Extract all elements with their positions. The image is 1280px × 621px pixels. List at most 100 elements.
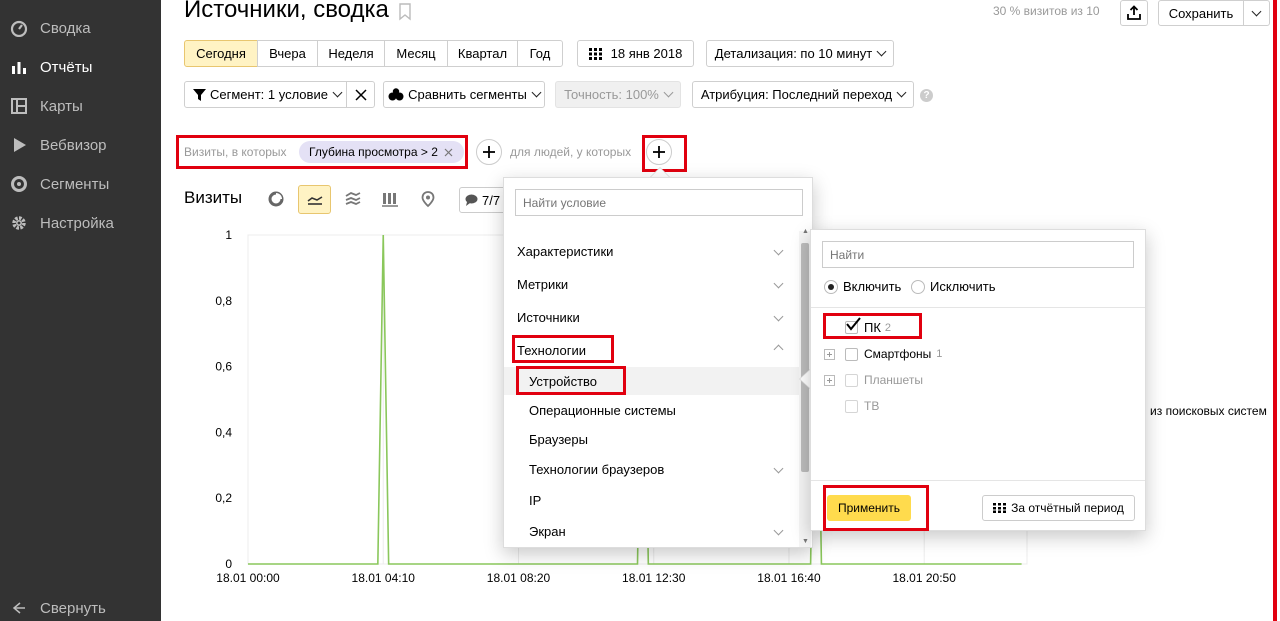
exclude-radio[interactable]: Исключить <box>911 279 996 294</box>
bar-chart-icon <box>10 58 28 76</box>
apply-button[interactable]: Применить <box>827 495 911 521</box>
compare-segments-button[interactable]: Сравнить сегменты <box>383 81 545 108</box>
arrow-left-icon <box>12 601 26 615</box>
bookmark-icon[interactable] <box>398 3 412 24</box>
value-option-tv[interactable]: ТВ <box>845 399 879 413</box>
value-option-smartphones[interactable]: Смартфоны 1 <box>824 347 942 361</box>
period-year[interactable]: Год <box>517 40 563 67</box>
scrollbar-thumb[interactable] <box>801 243 809 472</box>
bar-chart-type-icon[interactable] <box>382 191 398 210</box>
dashboard-icon <box>10 19 28 37</box>
condition-group-label: Технологии <box>517 342 587 358</box>
condition-item-browsers[interactable]: Браузеры <box>504 424 800 454</box>
upload-icon <box>1127 5 1141 20</box>
accuracy-dropdown[interactable]: Точность: 100% <box>555 81 681 108</box>
segment-dropdown[interactable]: Сегмент: 1 условие <box>184 81 347 108</box>
chevron-up-icon <box>773 344 784 355</box>
include-label: Включить <box>843 279 902 294</box>
period-yesterday[interactable]: Вчера <box>257 40 318 67</box>
segment-clear-button[interactable] <box>346 81 375 108</box>
scroll-down-icon[interactable]: ▼ <box>802 538 809 545</box>
sidebar-item-label: Вебвизор <box>40 136 107 154</box>
grid-icon <box>993 503 1007 513</box>
sidebar-item-summary[interactable]: Сводка <box>0 9 161 47</box>
sidebar-item-label: Сегменты <box>40 175 110 193</box>
value-search-input[interactable] <box>822 241 1134 268</box>
period-values-button[interactable]: За отчётный период <box>982 495 1135 521</box>
sidebar-item-settings[interactable]: Настройка <box>0 204 161 242</box>
attribution-dropdown[interactable]: Атрибуция: Последний переход <box>692 81 914 108</box>
date-label: 18 янв 2018 <box>610 46 683 61</box>
save-menu-button[interactable] <box>1243 0 1270 26</box>
checkbox-disabled[interactable] <box>845 373 858 387</box>
condition-item-label: Устройство <box>529 373 598 389</box>
period-today[interactable]: Сегодня <box>184 40 258 67</box>
expand-plus-icon[interactable] <box>824 374 835 386</box>
include-radio[interactable]: Включить <box>824 279 901 294</box>
checkbox-checked[interactable] <box>845 317 861 334</box>
checkbox-disabled[interactable] <box>845 399 858 413</box>
export-button[interactable] <box>1120 0 1148 26</box>
value-option-count: 1 <box>936 348 943 360</box>
date-picker-button[interactable]: 18 янв 2018 <box>577 40 694 67</box>
value-option-label: ПК <box>864 320 881 335</box>
condition-item-label: Браузеры <box>529 431 588 447</box>
help-icon[interactable]: ? <box>920 89 933 102</box>
period-quarter[interactable]: Квартал <box>447 40 518 67</box>
value-option-count: 2 <box>884 321 892 334</box>
checkbox-unchecked[interactable] <box>845 347 858 361</box>
condition-item-browser-tech[interactable]: Технологии браузеров <box>504 454 800 484</box>
condition-item-label: Операционные системы <box>529 402 676 418</box>
filter-chip[interactable]: Глубина просмотра > 2 <box>299 141 464 163</box>
chevron-down-icon <box>1251 6 1262 16</box>
detail-dropdown[interactable]: Детализация: по 10 минут <box>706 40 894 67</box>
page-title: Источники, сводка <box>184 0 389 23</box>
area-chart-icon[interactable] <box>345 191 361 210</box>
close-icon[interactable] <box>444 148 453 157</box>
condition-item-device[interactable]: Устройство <box>504 367 800 395</box>
chevron-down-icon <box>332 87 343 98</box>
save-button[interactable]: Сохранить <box>1158 0 1244 26</box>
comment-icon <box>465 194 478 206</box>
sidebar-item-label: Карты <box>40 97 83 115</box>
x-tick-label: 18.01 16:40 <box>757 571 821 585</box>
condition-group-characteristics[interactable]: Характеристики <box>504 236 800 266</box>
filter-chip-label: Глубина просмотра > 2 <box>309 145 438 159</box>
chevron-down-icon <box>876 46 887 57</box>
value-option-tablets[interactable]: Планшеты <box>824 373 923 387</box>
chevron-down-icon <box>773 463 784 474</box>
sidebar-item-segments[interactable]: Сегменты <box>0 165 161 203</box>
sidebar-item-maps[interactable]: Карты <box>0 87 161 125</box>
x-tick-label: 18.01 08:20 <box>487 571 551 585</box>
radio-unchecked <box>911 279 925 294</box>
period-week[interactable]: Неделя <box>317 40 385 67</box>
plus-icon <box>483 146 495 158</box>
add-visit-condition-button[interactable] <box>476 139 502 165</box>
pie-chart-icon[interactable] <box>268 191 284 210</box>
period-month[interactable]: Месяц <box>384 40 448 67</box>
divider <box>811 307 1145 308</box>
x-tick-label: 18.01 04:10 <box>352 571 416 585</box>
condition-item-os[interactable]: Операционные системы <box>504 395 800 425</box>
line-chart-button[interactable] <box>298 185 331 214</box>
value-option-pc[interactable]: ПК 2 <box>845 317 892 335</box>
scroll-up-icon[interactable]: ▲ <box>802 228 809 235</box>
map-pin-icon[interactable] <box>421 191 435 211</box>
sampling-text[interactable]: 30 % визитов из 10 <box>993 4 1100 18</box>
chevron-down-icon <box>663 87 674 98</box>
sidebar-item-reports[interactable]: Отчёты <box>0 48 161 86</box>
plus-icon <box>653 146 665 158</box>
sidebar-collapse-button[interactable]: Свернуть <box>0 596 161 620</box>
add-people-condition-button[interactable] <box>646 139 672 165</box>
condition-group-metrics[interactable]: Метрики <box>504 269 800 299</box>
sidebar-item-label: Настройка <box>40 214 114 232</box>
annotations-button[interactable]: 7/7 <box>459 187 507 213</box>
condition-item-ip[interactable]: IP <box>504 485 800 515</box>
condition-item-label: IP <box>529 492 542 508</box>
condition-group-sources[interactable]: Источники <box>504 302 800 332</box>
condition-item-screen[interactable]: Экран <box>504 516 800 546</box>
sidebar-item-webvisor[interactable]: Вебвизор <box>0 126 161 164</box>
condition-group-technologies[interactable]: Технологии <box>504 335 800 365</box>
expand-plus-icon[interactable] <box>824 348 835 360</box>
condition-search-input[interactable] <box>515 189 803 216</box>
